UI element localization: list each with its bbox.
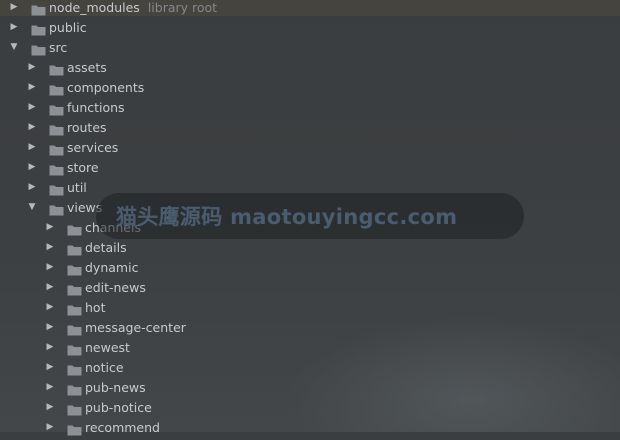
chevron-right-icon[interactable]: ▶ bbox=[27, 122, 37, 132]
folder-icon bbox=[67, 401, 82, 416]
folder-icon bbox=[67, 361, 82, 376]
chevron-right-icon[interactable]: ▶ bbox=[9, 2, 19, 12]
folder-icon bbox=[31, 21, 46, 36]
folder-icon bbox=[67, 381, 82, 396]
folder-icon bbox=[49, 201, 64, 216]
tree-item-label: details bbox=[85, 239, 127, 255]
folder-icon bbox=[31, 1, 46, 16]
tree-item-hot[interactable]: ▶ hot bbox=[0, 297, 620, 317]
folder-icon bbox=[67, 341, 82, 356]
chevron-right-icon[interactable]: ▶ bbox=[45, 362, 55, 372]
tree-item-label: pub-news bbox=[85, 379, 146, 395]
tree-item-details[interactable]: ▶ details bbox=[0, 237, 620, 257]
tree-item-notice[interactable]: ▶ notice bbox=[0, 357, 620, 377]
chevron-right-icon[interactable]: ▶ bbox=[45, 382, 55, 392]
folder-icon bbox=[49, 161, 64, 176]
watermark-banner: 猫头鹰源码 maotouyingcc.com bbox=[96, 193, 524, 239]
tree-item-pub-notice[interactable]: ▶ pub-notice bbox=[0, 397, 620, 417]
chevron-right-icon[interactable]: ▶ bbox=[45, 242, 55, 252]
tree-item-edit-news[interactable]: ▶ edit-news bbox=[0, 277, 620, 297]
chevron-right-icon[interactable]: ▶ bbox=[45, 402, 55, 412]
tree-item-label: functions bbox=[67, 99, 125, 115]
tree-item-store[interactable]: ▶ store bbox=[0, 157, 620, 177]
tree-item-components[interactable]: ▶ components bbox=[0, 77, 620, 97]
tree-item-label: util bbox=[67, 179, 87, 195]
tree-item-label: recommend bbox=[85, 419, 160, 435]
tree-item-recommend[interactable]: ▶ recommend bbox=[0, 417, 620, 437]
chevron-right-icon[interactable]: ▶ bbox=[27, 162, 37, 172]
library-root-hint: library root bbox=[147, 0, 218, 15]
folder-icon bbox=[49, 121, 64, 136]
tree-item-services[interactable]: ▶ services bbox=[0, 137, 620, 157]
chevron-right-icon[interactable]: ▶ bbox=[27, 82, 37, 92]
tree-item-label: edit-news bbox=[85, 279, 146, 295]
tree-item-label: message-center bbox=[85, 319, 186, 335]
tree-item-label: components bbox=[67, 79, 145, 95]
chevron-right-icon[interactable]: ▶ bbox=[45, 262, 55, 272]
folder-icon bbox=[49, 181, 64, 196]
chevron-right-icon[interactable]: ▶ bbox=[27, 62, 37, 72]
tree-item-message-center[interactable]: ▶ message-center bbox=[0, 317, 620, 337]
chevron-right-icon[interactable]: ▶ bbox=[45, 342, 55, 352]
chevron-right-icon[interactable]: ▶ bbox=[27, 182, 37, 192]
tree-item-pub-news[interactable]: ▶ pub-news bbox=[0, 377, 620, 397]
tree-item-label: public bbox=[49, 19, 87, 35]
chevron-right-icon[interactable]: ▶ bbox=[45, 422, 55, 432]
tree-item-label: pub-notice bbox=[85, 399, 152, 415]
tree-item-src[interactable]: ▼ src bbox=[0, 37, 620, 57]
chevron-down-icon[interactable]: ▼ bbox=[27, 202, 37, 212]
tree-item-label: dynamic bbox=[85, 259, 139, 275]
tree-item-label: notice bbox=[85, 359, 124, 375]
tree-item-newest[interactable]: ▶ newest bbox=[0, 337, 620, 357]
folder-icon bbox=[67, 221, 82, 236]
folder-icon bbox=[67, 241, 82, 256]
folder-icon bbox=[49, 61, 64, 76]
folder-icon bbox=[49, 101, 64, 116]
tree-item-label: assets bbox=[67, 59, 107, 75]
tree-item-label: node_modules bbox=[49, 0, 140, 15]
tree-item-label: hot bbox=[85, 299, 106, 315]
chevron-right-icon[interactable]: ▶ bbox=[45, 322, 55, 332]
folder-icon bbox=[67, 261, 82, 276]
tree-item-assets[interactable]: ▶ assets bbox=[0, 57, 620, 77]
chevron-right-icon[interactable]: ▶ bbox=[9, 22, 19, 32]
chevron-right-icon[interactable]: ▶ bbox=[45, 302, 55, 312]
chevron-right-icon[interactable]: ▶ bbox=[45, 222, 55, 232]
folder-icon bbox=[67, 301, 82, 316]
folder-icon bbox=[67, 321, 82, 336]
tree-item-dynamic[interactable]: ▶ dynamic bbox=[0, 257, 620, 277]
watermark-text: 猫头鹰源码 maotouyingcc.com bbox=[116, 205, 458, 229]
tree-item-routes[interactable]: ▶ routes bbox=[0, 117, 620, 137]
tree-item-label: newest bbox=[85, 339, 130, 355]
tree-item-label: routes bbox=[67, 119, 107, 135]
folder-icon bbox=[49, 81, 64, 96]
tree-item-label: src bbox=[49, 39, 68, 55]
chevron-right-icon[interactable]: ▶ bbox=[45, 282, 55, 292]
tree-item-node-modules[interactable]: ▶ node_modules library root bbox=[0, 0, 620, 17]
folder-icon bbox=[67, 281, 82, 296]
chevron-right-icon[interactable]: ▶ bbox=[27, 142, 37, 152]
chevron-down-icon[interactable]: ▼ bbox=[9, 42, 19, 52]
tree-item-public[interactable]: ▶ public bbox=[0, 17, 620, 37]
folder-icon bbox=[31, 41, 46, 56]
folder-icon bbox=[67, 421, 82, 436]
chevron-right-icon[interactable]: ▶ bbox=[27, 102, 37, 112]
tree-item-label: services bbox=[67, 139, 119, 155]
folder-icon bbox=[49, 141, 64, 156]
tree-item-label: store bbox=[67, 159, 99, 175]
tree-item-functions[interactable]: ▶ functions bbox=[0, 97, 620, 117]
